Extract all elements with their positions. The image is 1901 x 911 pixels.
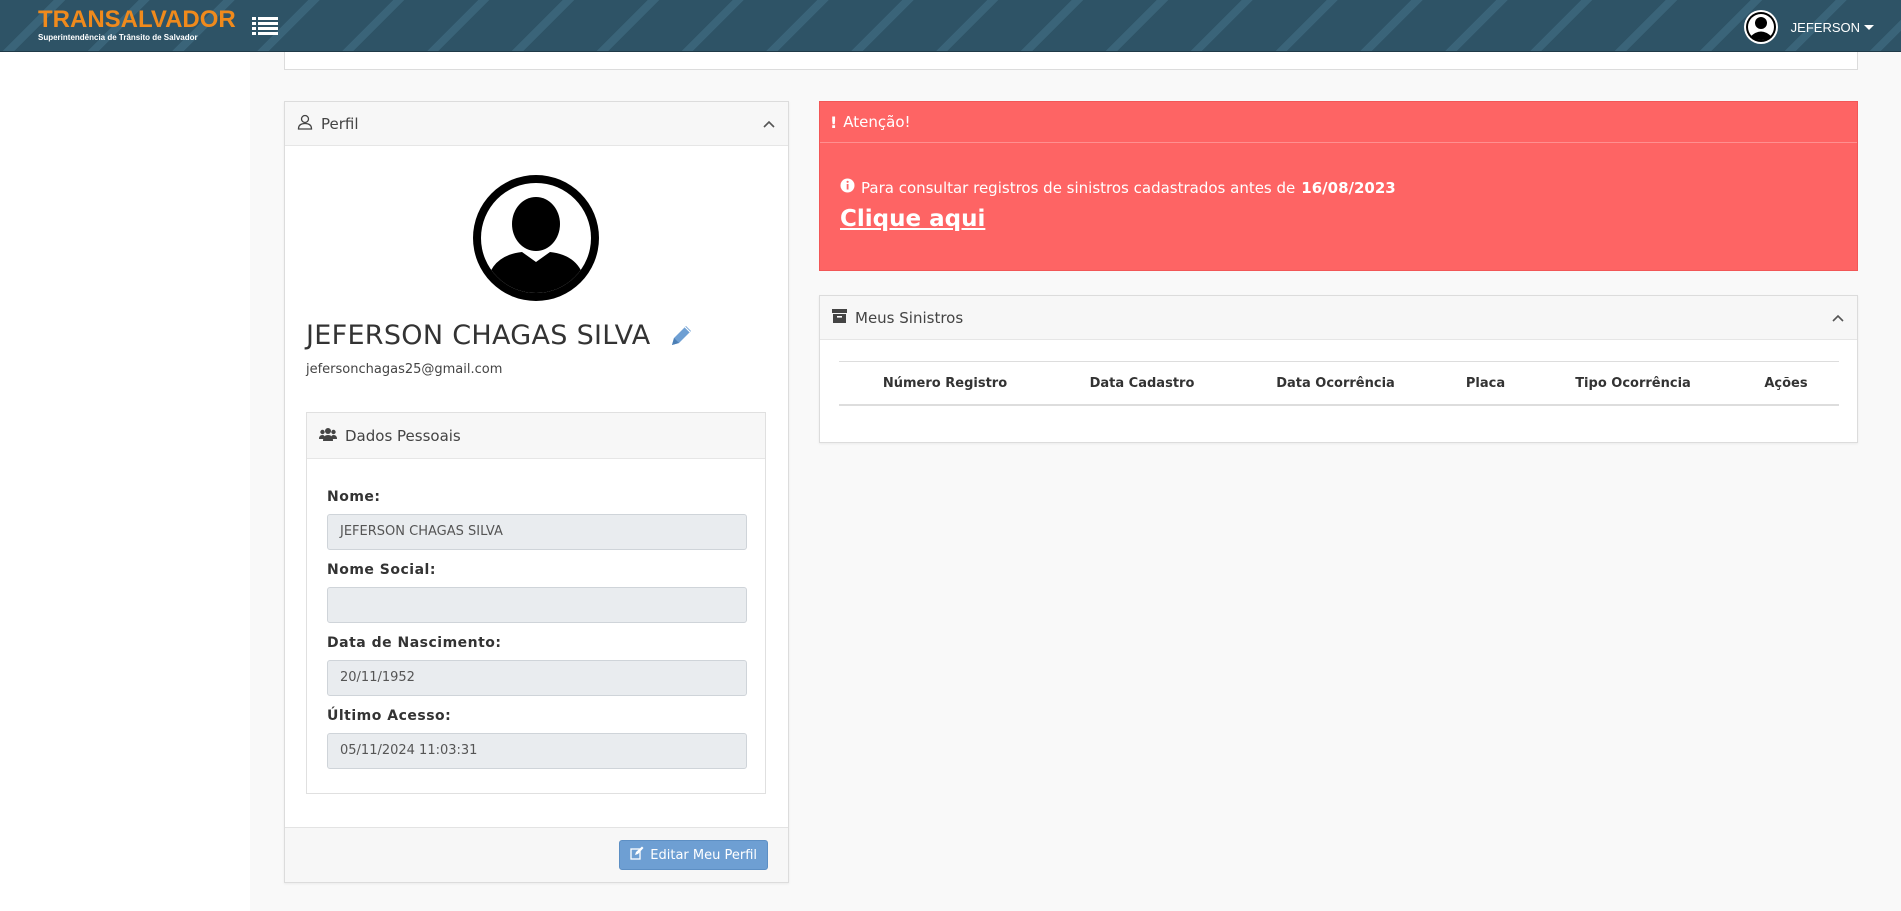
user-circle-icon xyxy=(1743,9,1779,45)
ultimo-acesso-field[interactable]: 05/11/2024 11:03:31 xyxy=(327,733,747,769)
profile-panel-title: Perfil xyxy=(321,114,359,133)
chevron-up-icon[interactable] xyxy=(762,117,776,131)
profile-footer: Editar Meu Perfil xyxy=(285,827,788,882)
profile-avatar-icon xyxy=(472,174,600,302)
col-data-cadastro[interactable]: Data Cadastro xyxy=(1051,376,1233,391)
col-data-ocorrencia[interactable]: Data Ocorrência xyxy=(1233,376,1438,391)
archive-icon xyxy=(832,308,847,327)
list-icon[interactable] xyxy=(252,16,278,36)
brand-subtitle: Superintendência de Trânsito de Salvador xyxy=(38,33,198,42)
sidebar xyxy=(0,52,250,911)
user-name: JEFERSON xyxy=(1790,19,1860,35)
data-nascimento-field[interactable]: 20/11/1952 xyxy=(327,660,747,696)
caret-down-icon xyxy=(1864,24,1874,30)
data-nascimento-label: Data de Nascimento: xyxy=(327,635,502,651)
sinistros-title: Meus Sinistros xyxy=(855,308,964,327)
meus-sinistros-panel: Meus Sinistros Número Registro Data Cada… xyxy=(819,295,1858,443)
dados-pessoais-panel: Dados Pessoais Nome: JEFERSON CHAGAS SIL… xyxy=(306,412,766,794)
col-acoes[interactable]: Ações xyxy=(1733,376,1839,391)
users-icon xyxy=(319,427,337,445)
exclamation-icon: ! xyxy=(830,112,838,132)
user-menu[interactable]: JEFERSON xyxy=(1743,9,1874,45)
brand-logo[interactable]: TRANSALVADOR Superintendência de Trânsit… xyxy=(38,6,236,46)
attention-alert: ! Atenção! Para consultar registros de s… xyxy=(819,101,1858,271)
alert-date: 16/08/2023 xyxy=(1301,178,1396,197)
pencil-icon[interactable] xyxy=(667,322,695,350)
nome-field[interactable]: JEFERSON CHAGAS SILVA xyxy=(327,514,747,550)
nome-label: Nome: xyxy=(327,489,381,505)
sinistros-table: Número Registro Data Cadastro Data Ocorr… xyxy=(839,361,1839,406)
col-placa[interactable]: Placa xyxy=(1438,376,1533,391)
user-outline-icon xyxy=(297,114,313,134)
sinistros-header: Meus Sinistros xyxy=(820,296,1857,340)
alert-title: Atenção! xyxy=(843,113,911,131)
nome-social-label: Nome Social: xyxy=(327,562,436,578)
nome-social-field[interactable] xyxy=(327,587,747,623)
edit-profile-button[interactable]: Editar Meu Perfil xyxy=(619,840,768,870)
top-navbar: TRANSALVADOR Superintendência de Trânsit… xyxy=(0,0,1901,52)
alert-message: Para consultar registros de sinistros ca… xyxy=(840,178,1396,197)
brand-title: TRANSALVADOR xyxy=(38,6,236,33)
col-numero-registro[interactable]: Número Registro xyxy=(839,376,1051,391)
table-header-row: Número Registro Data Cadastro Data Ocorr… xyxy=(839,361,1839,406)
dados-pessoais-header: Dados Pessoais xyxy=(307,413,765,459)
top-strip xyxy=(284,52,1858,70)
dados-pessoais-title: Dados Pessoais xyxy=(345,426,461,445)
profile-email: jefersonchagas25@gmail.com xyxy=(306,362,503,377)
col-tipo-ocorrencia[interactable]: Tipo Ocorrência xyxy=(1533,376,1733,391)
ultimo-acesso-label: Último Acesso: xyxy=(327,708,452,724)
edit-profile-label: Editar Meu Perfil xyxy=(650,847,757,863)
info-icon xyxy=(840,178,855,197)
clique-aqui-link[interactable]: Clique aqui xyxy=(840,206,985,232)
profile-panel-header: Perfil xyxy=(285,102,788,146)
alert-message-text: Para consultar registros de sinistros ca… xyxy=(861,178,1296,197)
edit-icon xyxy=(630,846,644,864)
profile-panel: Perfil JEFERSON CHAGAS SILVA jefersoncha… xyxy=(284,101,789,883)
profile-name: JEFERSON CHAGAS SILVA xyxy=(306,320,651,351)
chevron-up-icon[interactable] xyxy=(1831,311,1845,325)
alert-header: ! Atenção! xyxy=(820,102,1857,143)
